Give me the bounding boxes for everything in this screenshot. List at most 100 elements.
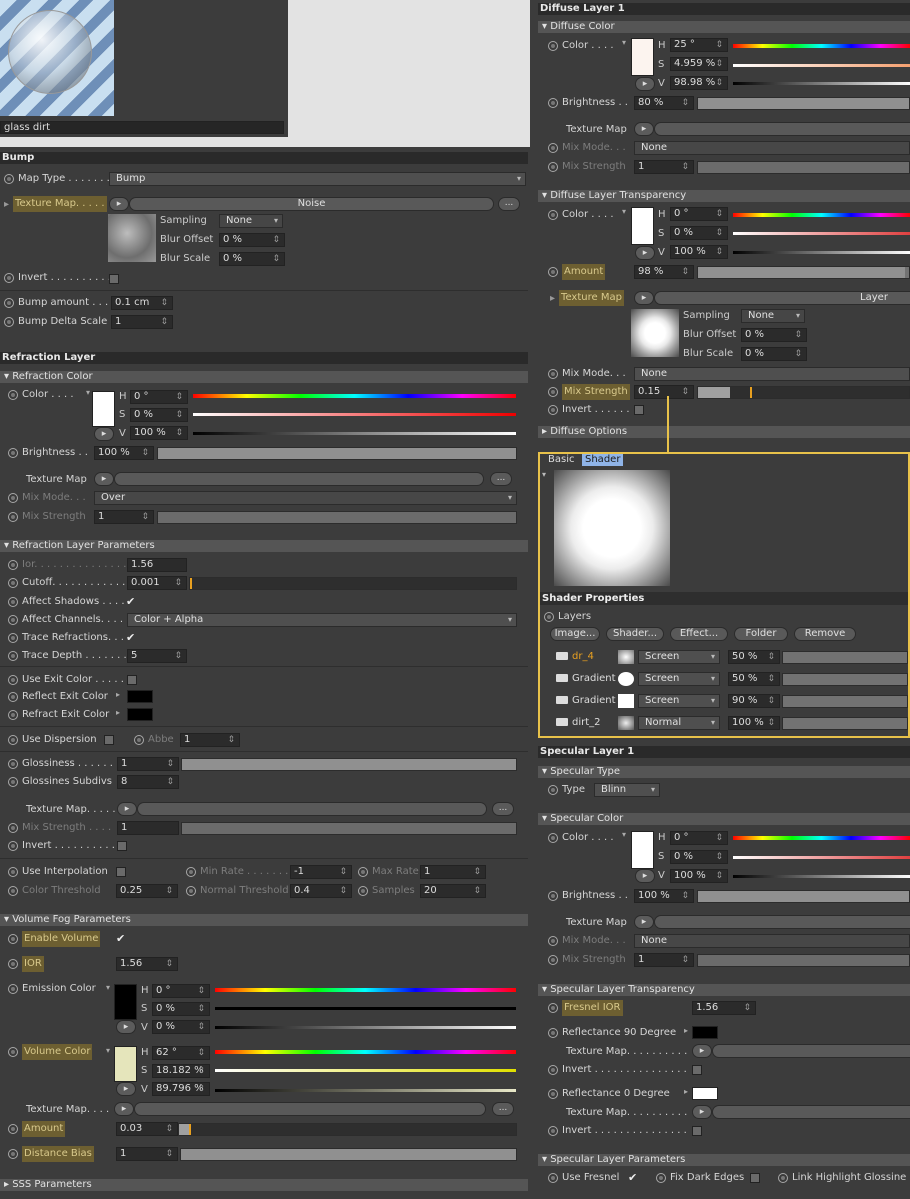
radio-icon[interactable] (8, 777, 18, 787)
stepper-icon[interactable]: ⇕ (272, 234, 280, 246)
emission-swatch[interactable] (114, 984, 137, 1020)
radio-icon[interactable] (358, 867, 368, 877)
em-s-field[interactable]: 0 % ⇕ (152, 1002, 210, 1016)
radio-icon[interactable] (548, 1173, 558, 1183)
mix-strength-slider[interactable] (697, 954, 910, 967)
refl0-swatch[interactable] (692, 1087, 718, 1100)
specular-params-section[interactable]: ▾ Specular Layer Parameters (538, 1154, 910, 1166)
radio-icon[interactable] (186, 886, 196, 896)
radio-icon[interactable] (778, 1173, 788, 1183)
radio-icon[interactable] (548, 833, 558, 843)
stepper-icon[interactable]: ⇕ (165, 885, 173, 897)
color-picker-button[interactable]: ▸ (635, 869, 655, 883)
invert2-checkbox[interactable] (692, 1126, 702, 1136)
texture-shader-button[interactable] (137, 802, 487, 816)
stepper-icon[interactable]: ⇕ (715, 208, 723, 220)
shader-button[interactable]: Shader... (606, 627, 664, 641)
radio-icon[interactable] (548, 1089, 558, 1099)
cutoff-slider[interactable] (189, 577, 517, 590)
normal-threshold-field[interactable]: 0.4 ⇕ (290, 884, 352, 898)
fix-dark-checkbox[interactable] (750, 1173, 760, 1183)
tab-basic[interactable]: Basic (544, 454, 578, 466)
opacity-slider[interactable] (782, 673, 908, 686)
texture-more-button[interactable]: ... (498, 197, 520, 211)
color-menu-icon[interactable]: ▸ (116, 690, 120, 699)
texture-shader-button[interactable]: Noise (129, 197, 494, 211)
volume-fog-section[interactable]: ▾ Volume Fog Parameters (0, 914, 528, 926)
stepper-icon[interactable]: ⇕ (272, 253, 280, 265)
texture-menu-button[interactable]: ▸ (114, 1102, 134, 1116)
color-menu-icon[interactable]: ▾ (86, 388, 90, 397)
saturation-slider[interactable] (733, 856, 910, 859)
radio-icon[interactable] (548, 162, 558, 172)
blend-mode-dropdown[interactable]: Screen ▾ (638, 672, 720, 686)
texture-menu-button[interactable]: ▸ (634, 915, 654, 929)
mix-strength2-field[interactable]: 1 (117, 821, 179, 835)
h-field[interactable]: 0 ° ⇕ (670, 831, 728, 845)
remove-button[interactable]: Remove (794, 627, 856, 641)
stepper-icon[interactable]: ⇕ (473, 885, 481, 897)
t-s-field[interactable]: 0 % ⇕ (670, 226, 728, 240)
stepper-icon[interactable]: ⇕ (166, 758, 174, 770)
stepper-icon[interactable]: ⇕ (174, 577, 182, 589)
stepper-icon[interactable]: ⇕ (767, 717, 775, 729)
radio-icon[interactable] (8, 710, 18, 720)
diffuse-transparency-section[interactable]: ▾ Diffuse Layer Transparency (538, 190, 910, 202)
stepper-icon[interactable]: ⇕ (681, 266, 689, 278)
radio-icon[interactable] (8, 934, 18, 944)
t-mix-strength-field[interactable]: 0.15 ⇕ (634, 385, 694, 399)
texture-shader-button[interactable] (114, 472, 484, 486)
brightness-slider[interactable] (157, 447, 517, 460)
texture-shader-button[interactable] (712, 1044, 910, 1058)
mix-mode-dropdown[interactable]: None (634, 141, 910, 155)
radio-icon[interactable] (548, 1126, 558, 1136)
hue-slider[interactable] (193, 394, 516, 398)
vc-hue-slider[interactable] (215, 1050, 516, 1054)
type-dropdown[interactable]: Blinn ▾ (594, 783, 660, 797)
stepper-icon[interactable]: ⇕ (794, 348, 802, 360)
stepper-icon[interactable]: ⇕ (681, 954, 689, 966)
em-sat-slider[interactable] (215, 1007, 516, 1010)
ior2-field[interactable]: 1.56 ⇕ (116, 957, 178, 971)
color-menu-icon[interactable]: ▾ (622, 38, 626, 47)
radio-icon[interactable] (8, 823, 18, 833)
em-h-field[interactable]: 0 ° ⇕ (152, 984, 210, 998)
color-menu-icon[interactable]: ▸ (684, 1087, 688, 1096)
map-type-dropdown[interactable]: Bump ▾ (109, 172, 526, 186)
stepper-icon[interactable]: ⇕ (681, 890, 689, 902)
color-menu-icon[interactable]: ▸ (684, 1026, 688, 1035)
layer-row[interactable]: Gradient Screen ▾ 90 % ⇕ (556, 692, 908, 710)
stepper-icon[interactable]: ⇕ (197, 985, 205, 997)
material-preview-image[interactable] (0, 0, 114, 116)
color-swatch[interactable] (631, 38, 654, 76)
expand-arrow-icon[interactable]: ▸ (4, 199, 9, 210)
radio-icon[interactable] (656, 1173, 666, 1183)
color-menu-icon[interactable]: ▾ (622, 207, 626, 216)
stepper-icon[interactable]: ⇕ (715, 39, 723, 51)
stepper-icon[interactable]: ⇕ (715, 851, 723, 863)
value-slider[interactable] (733, 875, 910, 878)
distance-bias-field[interactable]: 1 ⇕ (116, 1147, 178, 1161)
stepper-icon[interactable]: ⇕ (197, 1047, 205, 1059)
texture-shader-button[interactable] (654, 915, 910, 929)
material-name-field[interactable]: glass dirt (0, 121, 284, 134)
mix-strength-field[interactable]: 1 ⇕ (634, 953, 694, 967)
v-field[interactable]: 100 % ⇕ (670, 869, 728, 883)
radio-icon[interactable] (548, 955, 558, 965)
radio-icon[interactable] (548, 210, 558, 220)
stepper-icon[interactable]: ⇕ (160, 297, 168, 309)
color-menu-icon[interactable]: ▾ (106, 1046, 110, 1055)
use-fresnel-checkbox[interactable]: ✔ (628, 1172, 637, 1183)
radio-icon[interactable] (8, 1047, 18, 1057)
stepper-icon[interactable]: ⇕ (715, 77, 723, 89)
stepper-icon[interactable]: ⇕ (175, 409, 183, 421)
color-picker-button[interactable]: ▸ (116, 1082, 136, 1096)
stepper-icon[interactable]: ⇕ (166, 776, 174, 788)
radio-icon[interactable] (8, 651, 18, 661)
saturation-slider[interactable] (193, 413, 516, 416)
mix-strength-field[interactable]: 1 ⇕ (634, 160, 694, 174)
blur-offset-field[interactable]: 0 % ⇕ (741, 328, 807, 342)
radio-icon[interactable] (8, 886, 18, 896)
affect-shadows-checkbox[interactable]: ✔ (126, 596, 135, 607)
color-swatch[interactable] (92, 391, 115, 427)
